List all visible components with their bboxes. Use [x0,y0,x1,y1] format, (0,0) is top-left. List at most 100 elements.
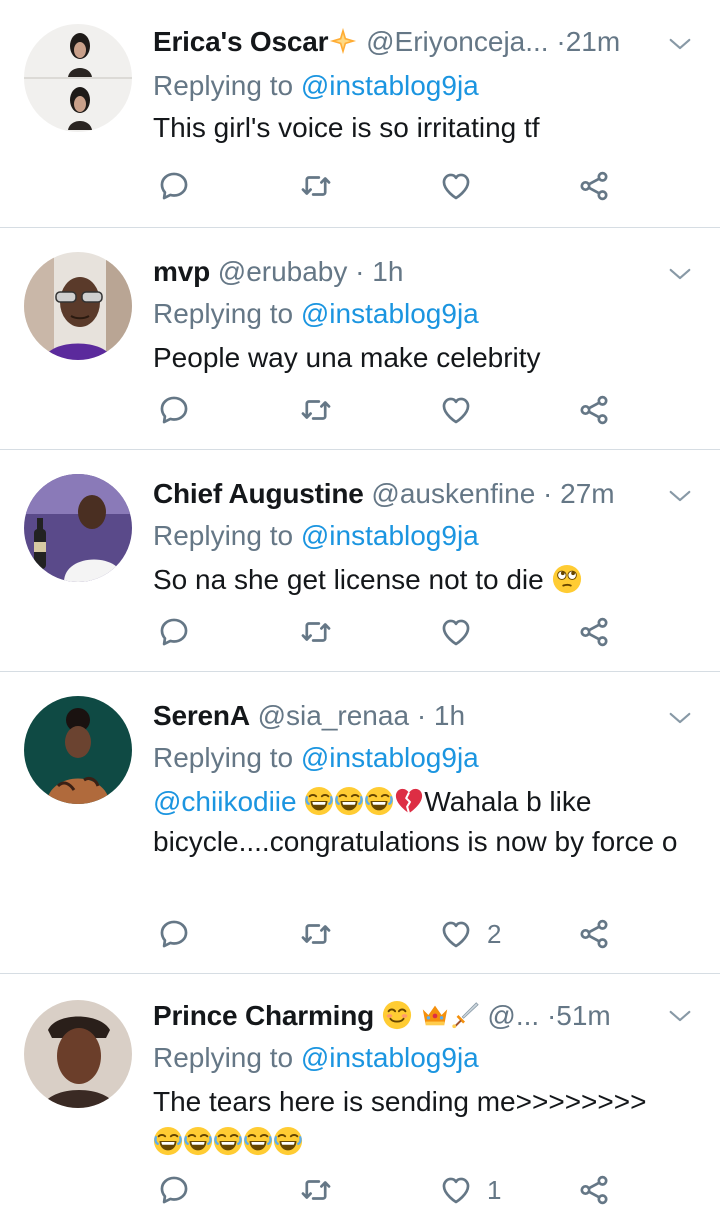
tweet[interactable]: mvp @erubaby · 1h Replying to @instablog… [0,228,720,450]
mention-link[interactable]: @instablog9ja [301,1042,479,1073]
separator-dot: · [355,256,365,287]
retweet-icon [299,917,333,951]
heart-icon [439,169,473,203]
display-name[interactable]: Erica's Oscar [153,26,329,57]
tweet-actions: 2 [153,914,720,954]
display-name[interactable]: Prince Charming [153,1000,374,1031]
laughing-tears-emoji-icon [183,1126,213,1156]
tweet-body: People way una make celebrity [153,342,541,373]
retweet-button[interactable] [299,914,333,954]
avatar[interactable] [24,252,132,360]
mention-link[interactable]: @instablog9ja [301,742,479,773]
timestamp[interactable]: 1h [372,256,403,287]
like-button[interactable]: 2 [439,914,501,954]
retweet-button[interactable] [299,612,333,652]
share-button[interactable] [577,390,611,430]
timestamp[interactable]: 1h [434,700,465,731]
display-name[interactable]: mvp [153,256,210,287]
tweet-text: People way una make celebrity [153,338,700,378]
body-mention-link[interactable]: @chiikodiie [153,786,297,817]
share-button[interactable] [577,914,611,954]
crown-emoji-icon [420,1000,450,1030]
display-name[interactable]: SerenA [153,700,250,731]
avatar[interactable] [24,24,132,132]
chevron-down-icon[interactable] [666,704,694,732]
retweet-icon [299,393,333,427]
user-handle[interactable]: @erubaby [218,256,348,287]
like-count: 1 [487,1174,502,1205]
user-handle[interactable]: @auskenfine [371,478,535,509]
reply-icon [157,393,191,427]
tweet-header: Prince Charming @... ·51m [153,996,660,1036]
separator-dot: · [546,1000,557,1031]
replying-to: Replying to @instablog9ja [153,1038,479,1078]
timestamp[interactable]: 21m [566,26,620,57]
separator-dot: · [416,700,427,731]
heart-icon [439,393,473,427]
reply-icon [157,917,191,951]
share-icon [577,917,611,951]
tweet-header: mvp @erubaby · 1h [153,252,660,292]
reply-button[interactable] [157,1170,191,1210]
heart-icon [439,917,473,951]
tweet-body: The tears here is sending me>>>>>>>> [153,1086,647,1117]
laughing-tears-emoji-icon [213,1126,243,1156]
tweet[interactable]: Chief Augustine @auskenfine · 27m Replyi… [0,450,720,672]
share-button[interactable] [577,1170,611,1210]
reply-icon [157,1173,191,1207]
avatar[interactable] [24,696,132,804]
like-button[interactable] [439,166,487,206]
share-icon [577,393,611,427]
like-button[interactable]: 1 [439,1170,501,1210]
tweet-actions [153,390,720,430]
mention-link[interactable]: @instablog9ja [301,520,479,551]
replying-to-label: Replying to [153,742,294,773]
avatar[interactable] [24,474,132,582]
reply-button[interactable] [157,166,191,206]
like-count: 2 [487,918,502,949]
replying-to-label: Replying to [153,1042,294,1073]
replying-to: Replying to @instablog9ja [153,516,479,556]
user-handle[interactable]: @sia_renaa [258,700,409,731]
laughing-tears-emoji-icon [364,786,394,816]
chevron-down-icon[interactable] [666,260,694,288]
reply-button[interactable] [157,390,191,430]
reply-button[interactable] [157,914,191,954]
replying-to-label: Replying to [153,520,294,551]
chevron-down-icon[interactable] [666,30,694,58]
mention-link[interactable]: @instablog9ja [301,298,479,329]
mention-link[interactable]: @instablog9ja [301,70,479,101]
sparkle-emoji-icon [328,26,358,56]
share-button[interactable] [577,612,611,652]
chevron-down-icon[interactable] [666,1002,694,1030]
reply-button[interactable] [157,612,191,652]
timestamp[interactable]: 27m [560,478,614,509]
heart-icon [439,615,473,649]
user-handle[interactable]: @... [487,1000,539,1031]
retweet-button[interactable] [299,166,333,206]
eye-roll-emoji-icon [552,564,582,594]
avatar[interactable] [24,1000,132,1108]
replying-to: Replying to @instablog9ja [153,294,479,334]
tweet[interactable]: Prince Charming @... ·51m Replying to @i… [0,974,720,1208]
share-button[interactable] [577,166,611,206]
tweet[interactable]: Erica's Oscar @Eriyonceja... ·21m Replyi… [0,0,720,228]
reply-icon [157,169,191,203]
chevron-down-icon[interactable] [666,482,694,510]
tweet[interactable]: SerenA @sia_renaa · 1h Replying to @inst… [0,672,720,974]
display-name[interactable]: Chief Augustine [153,478,364,509]
replying-to-label: Replying to [153,70,294,101]
timestamp[interactable]: 51m [556,1000,610,1031]
user-handle[interactable]: @Eriyonceja... [366,26,549,57]
retweet-button[interactable] [299,1170,333,1210]
share-icon [577,1173,611,1207]
tweet-body: This girl's voice is so irritating tf [153,112,540,143]
retweet-button[interactable] [299,390,333,430]
reply-icon [157,615,191,649]
tweet-header: Chief Augustine @auskenfine · 27m [153,474,660,514]
laughing-tears-emoji-icon [243,1126,273,1156]
like-button[interactable] [439,612,487,652]
smiling-emoji-icon [382,1000,412,1030]
tweet-actions: 1 [153,1170,720,1210]
like-button[interactable] [439,390,487,430]
